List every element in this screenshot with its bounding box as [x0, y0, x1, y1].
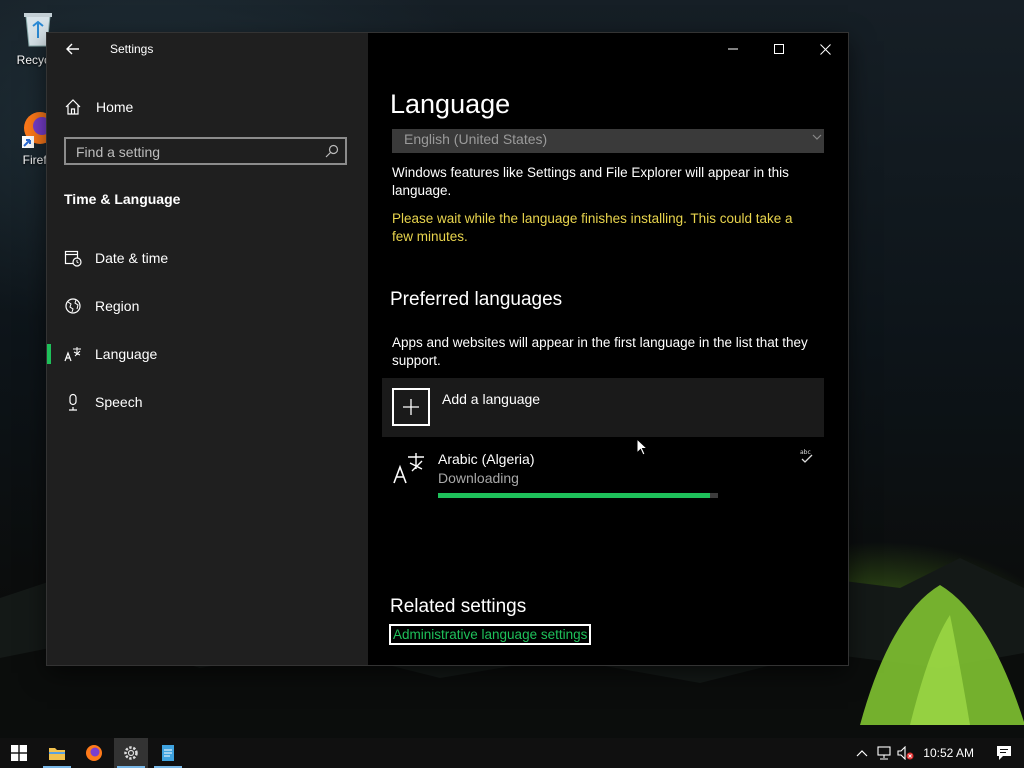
nav-selection-bar	[47, 392, 51, 412]
taskbar-file-explorer[interactable]	[40, 738, 74, 768]
nav-item-region[interactable]: Region	[47, 288, 368, 324]
network-tray-button[interactable]	[873, 738, 895, 768]
settings-content-pane: Language English (United States) Windows…	[368, 33, 848, 665]
page-title: Language	[390, 89, 511, 119]
nav-home[interactable]: Home	[64, 95, 133, 119]
settings-nav-pane: Settings Home Time & Language D	[47, 33, 368, 665]
home-icon	[65, 99, 81, 115]
back-arrow-icon	[66, 43, 79, 55]
related-settings-heading: Related settings	[390, 596, 527, 617]
microphone-icon	[69, 393, 77, 411]
start-button[interactable]	[2, 738, 36, 768]
mouse-cursor-icon	[636, 438, 648, 456]
taskbar-settings[interactable]	[114, 738, 148, 768]
globe-icon	[65, 298, 81, 314]
language-status: Downloading	[438, 470, 519, 486]
settings-window: Settings Home Time & Language D	[47, 33, 848, 665]
administrative-language-settings-link[interactable]: Administrative language settings	[389, 624, 592, 645]
dropdown-selected-value: English (United States)	[404, 131, 548, 147]
preferred-languages-heading: Preferred languages	[390, 289, 563, 310]
notepad-icon	[162, 745, 174, 761]
nav-item-label: Language	[95, 346, 158, 362]
add-language-label: Add a language	[442, 391, 541, 407]
nav-section-title: Time & Language	[64, 191, 181, 207]
nav-item-date-time[interactable]: Date & time	[47, 240, 368, 276]
language-pack-icon	[393, 453, 424, 484]
add-language-button[interactable]: Add a language	[382, 378, 824, 437]
language-name: Arabic (Algeria)	[438, 451, 535, 467]
back-button[interactable]	[61, 39, 85, 59]
download-progress-bar	[438, 493, 718, 498]
firefox-icon	[86, 745, 102, 761]
nav-selection-bar	[47, 248, 51, 268]
nav-selection-bar	[47, 344, 51, 364]
display-language-description: Windows features like Settings and File …	[392, 165, 789, 198]
chevron-up-icon	[856, 750, 868, 757]
taskbar: 10:52 AM	[0, 738, 1024, 768]
action-center-button[interactable]	[984, 738, 1024, 768]
nav-item-speech[interactable]: Speech	[47, 384, 368, 420]
calendar-clock-icon	[64, 250, 82, 267]
chevron-down-icon	[812, 134, 822, 140]
preferred-languages-description: Apps and websites will appear in the fir…	[392, 335, 808, 368]
install-warning: Please wait while the language finishes …	[392, 211, 793, 244]
download-progress-fill	[438, 493, 710, 498]
nav-selection-bar	[47, 296, 51, 316]
nav-item-label: Date & time	[95, 250, 169, 266]
tent-illustration	[860, 585, 1024, 725]
language-icon	[64, 347, 81, 362]
show-hidden-icons-button[interactable]	[851, 738, 873, 768]
nav-item-label: Speech	[95, 394, 143, 410]
language-list-item-arabic[interactable]: Arabic (Algeria) Downloading abc	[382, 445, 824, 505]
windows-display-language-dropdown[interactable]: English (United States)	[392, 129, 824, 153]
file-explorer-icon	[49, 748, 65, 760]
search-icon	[325, 144, 339, 158]
taskbar-notepad[interactable]	[151, 738, 185, 768]
window-title: Settings	[110, 42, 154, 56]
nav-item-language[interactable]: Language	[47, 336, 368, 372]
volume-tray-button[interactable]	[895, 738, 917, 768]
network-icon	[877, 746, 891, 760]
volume-muted-icon	[897, 746, 914, 760]
spellcheck-icon: abc	[800, 449, 813, 463]
search-input[interactable]	[74, 142, 318, 162]
svg-text:abc: abc	[800, 449, 811, 456]
nav-item-label: Region	[95, 298, 140, 314]
title-bar: Settings	[47, 33, 368, 65]
search-box[interactable]	[64, 137, 347, 165]
plus-icon	[392, 388, 430, 426]
taskbar-clock[interactable]: 10:52 AM	[917, 746, 984, 760]
notification-icon	[997, 746, 1011, 760]
settings-gear-icon	[124, 746, 138, 760]
system-tray: 10:52 AM	[851, 738, 1024, 768]
nav-home-label: Home	[96, 99, 134, 115]
windows-logo-icon	[11, 745, 27, 761]
taskbar-firefox[interactable]	[77, 738, 111, 768]
